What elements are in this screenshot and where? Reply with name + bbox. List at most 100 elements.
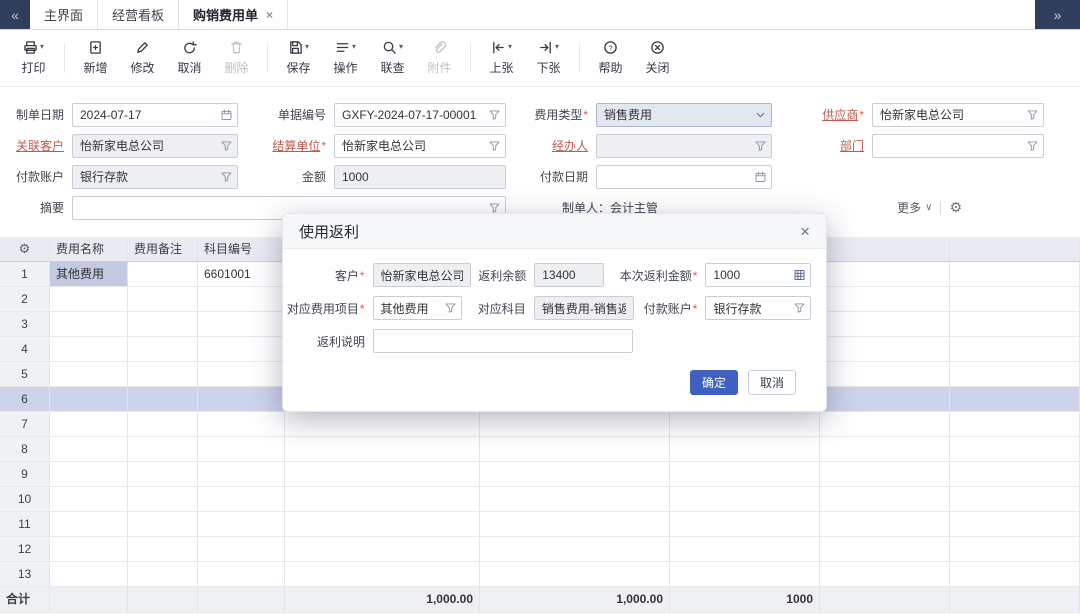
table-row[interactable]: 10 bbox=[0, 487, 1080, 512]
rebate-amount-input[interactable]: 1000 bbox=[705, 263, 811, 287]
table-cell[interactable] bbox=[285, 487, 480, 511]
row-number[interactable]: 13 bbox=[0, 562, 50, 586]
payment-account-input[interactable]: 银行存款 bbox=[705, 296, 811, 320]
table-cell[interactable] bbox=[950, 312, 1080, 336]
table-row[interactable]: 9 bbox=[0, 462, 1080, 487]
payment-date-input[interactable] bbox=[596, 165, 772, 189]
table-cell[interactable] bbox=[285, 462, 480, 486]
filter-icon[interactable] bbox=[220, 139, 233, 152]
save-button[interactable]: ▾ 保存 bbox=[275, 40, 322, 76]
settlement-unit-label[interactable]: 结算单位 bbox=[238, 137, 334, 154]
modify-button[interactable]: 修改 bbox=[119, 40, 166, 76]
print-button[interactable]: ▾ 打印 bbox=[10, 40, 57, 76]
filter-icon[interactable] bbox=[1026, 139, 1039, 152]
table-cell[interactable] bbox=[820, 537, 950, 561]
table-cell[interactable] bbox=[128, 562, 198, 586]
filter-icon[interactable] bbox=[220, 170, 233, 183]
table-cell[interactable] bbox=[950, 562, 1080, 586]
table-cell[interactable] bbox=[128, 512, 198, 536]
table-cell[interactable] bbox=[50, 537, 128, 561]
calendar-icon[interactable] bbox=[754, 170, 767, 183]
note-input[interactable] bbox=[373, 329, 633, 353]
filter-icon[interactable] bbox=[444, 302, 457, 315]
row-number[interactable]: 8 bbox=[0, 437, 50, 461]
table-cell[interactable] bbox=[480, 412, 670, 436]
table-cell[interactable] bbox=[285, 562, 480, 586]
chevron-down-icon[interactable] bbox=[754, 108, 767, 121]
table-cell[interactable] bbox=[128, 287, 198, 311]
calendar-icon[interactable] bbox=[220, 108, 233, 121]
table-cell[interactable] bbox=[820, 562, 950, 586]
handler-label[interactable]: 经办人 bbox=[506, 137, 596, 154]
row-number[interactable]: 4 bbox=[0, 337, 50, 361]
table-cell[interactable] bbox=[198, 487, 285, 511]
tab-expense-bill[interactable]: 购销费用单 × bbox=[179, 0, 288, 29]
table-cell[interactable] bbox=[198, 412, 285, 436]
table-row[interactable]: 13 bbox=[0, 562, 1080, 587]
table-cell[interactable] bbox=[198, 537, 285, 561]
table-cell[interactable] bbox=[950, 462, 1080, 486]
table-cell[interactable] bbox=[285, 437, 480, 461]
more-button[interactable]: 更多 ∨ bbox=[897, 199, 932, 216]
tab-close-icon[interactable]: × bbox=[266, 8, 273, 22]
settlement-unit-input[interactable]: 怡新家电总公司 bbox=[334, 134, 506, 158]
filter-icon[interactable] bbox=[1026, 108, 1039, 121]
table-cell[interactable] bbox=[480, 512, 670, 536]
table-cell[interactable] bbox=[128, 262, 198, 286]
previous-doc-button[interactable]: ▾ 上张 bbox=[478, 40, 525, 76]
row-number[interactable]: 3 bbox=[0, 312, 50, 336]
next-doc-button[interactable]: ▾ 下张 bbox=[525, 40, 572, 76]
table-cell[interactable]: 6601001 bbox=[198, 262, 285, 286]
confirm-button[interactable]: 确定 bbox=[690, 370, 738, 395]
row-number[interactable]: 11 bbox=[0, 512, 50, 536]
table-cell[interactable] bbox=[480, 462, 670, 486]
collapse-left-icon[interactable]: « bbox=[0, 0, 30, 29]
table-cell[interactable] bbox=[950, 362, 1080, 386]
table-cell[interactable] bbox=[50, 487, 128, 511]
table-cell[interactable] bbox=[285, 537, 480, 561]
table-cell[interactable] bbox=[50, 412, 128, 436]
table-cell[interactable] bbox=[670, 562, 820, 586]
row-number[interactable]: 2 bbox=[0, 287, 50, 311]
table-cell[interactable] bbox=[128, 462, 198, 486]
row-number[interactable]: 1 bbox=[0, 262, 50, 286]
table-cell[interactable] bbox=[50, 562, 128, 586]
tab-main[interactable]: 主界面 bbox=[30, 0, 98, 29]
doc-date-input[interactable]: 2024-07-17 bbox=[72, 103, 238, 127]
table-cell[interactable] bbox=[198, 362, 285, 386]
table-cell[interactable] bbox=[950, 537, 1080, 561]
table-cell[interactable] bbox=[670, 537, 820, 561]
table-cell[interactable] bbox=[820, 287, 950, 311]
related-customer-label[interactable]: 关联客户 bbox=[0, 137, 72, 154]
table-cell[interactable] bbox=[198, 437, 285, 461]
row-number[interactable]: 12 bbox=[0, 537, 50, 561]
table-cell[interactable] bbox=[950, 387, 1080, 411]
table-cell[interactable] bbox=[480, 437, 670, 461]
table-cell[interactable] bbox=[128, 487, 198, 511]
table-cell[interactable] bbox=[950, 337, 1080, 361]
table-cell[interactable] bbox=[950, 412, 1080, 436]
table-cell[interactable] bbox=[50, 437, 128, 461]
table-cell[interactable] bbox=[128, 387, 198, 411]
table-cell[interactable] bbox=[198, 387, 285, 411]
table-cell[interactable] bbox=[480, 562, 670, 586]
table-cell[interactable] bbox=[820, 487, 950, 511]
table-cell[interactable] bbox=[285, 512, 480, 536]
expense-type-select[interactable]: 销售费用 bbox=[596, 103, 772, 127]
table-cell[interactable] bbox=[950, 437, 1080, 461]
table-cell[interactable] bbox=[50, 512, 128, 536]
row-number[interactable]: 7 bbox=[0, 412, 50, 436]
help-button[interactable]: ? 帮助 bbox=[587, 40, 634, 76]
table-cell[interactable] bbox=[820, 512, 950, 536]
doc-no-input[interactable]: GXFY-2024-07-17-00001 bbox=[334, 103, 506, 127]
table-cell[interactable] bbox=[50, 362, 128, 386]
table-row[interactable]: 11 bbox=[0, 512, 1080, 537]
filter-icon[interactable] bbox=[488, 108, 501, 121]
table-cell[interactable] bbox=[820, 262, 950, 286]
table-cell[interactable] bbox=[128, 337, 198, 361]
department-input[interactable] bbox=[872, 134, 1044, 158]
supplier-input[interactable]: 怡新家电总公司 bbox=[872, 103, 1044, 127]
table-cell[interactable] bbox=[198, 462, 285, 486]
row-number[interactable]: 6 bbox=[0, 387, 50, 411]
tab-dashboard[interactable]: 经营看板 bbox=[98, 0, 179, 29]
